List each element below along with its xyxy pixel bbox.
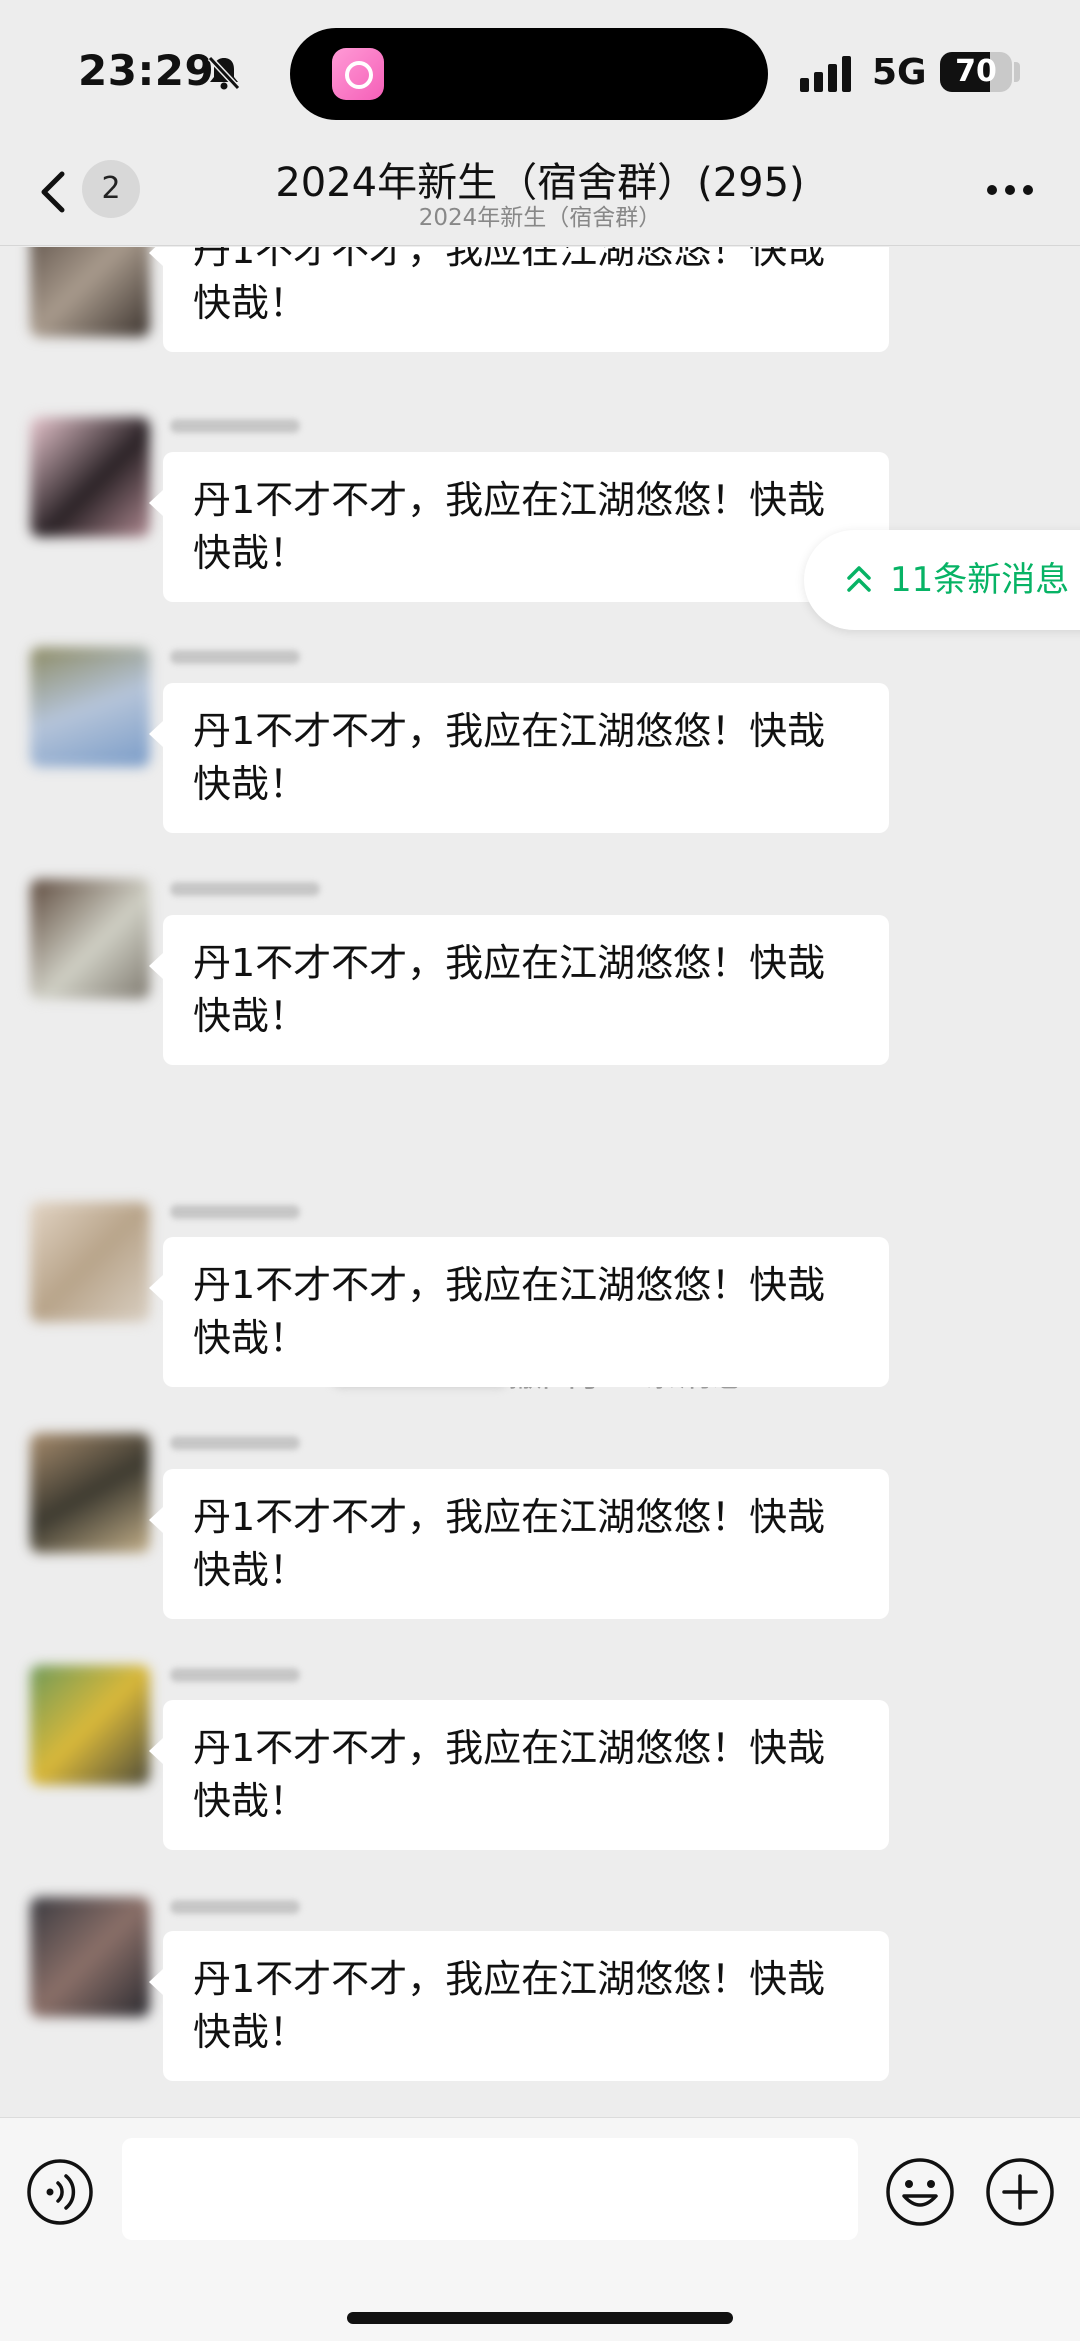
avatar[interactable]	[30, 247, 150, 337]
chevron-left-icon[interactable]	[30, 162, 80, 222]
double-chevron-up-icon	[847, 566, 871, 592]
plus-icon[interactable]	[984, 2156, 1056, 2228]
dynamic-island	[290, 28, 768, 120]
avatar[interactable]	[30, 879, 150, 999]
emoji-icon[interactable]	[884, 2156, 956, 2228]
message-bubble[interactable]: 丹1不才不才，我应在江湖悠悠！快哉快哉！	[149, 1237, 889, 1387]
sender-name	[170, 882, 320, 896]
avatar[interactable]	[30, 1202, 150, 1322]
signal-icon	[800, 56, 851, 92]
message-bubble[interactable]: 丹1不才不才，我应在江湖悠悠！快哉快哉！	[149, 1700, 889, 1850]
sender-name	[170, 419, 300, 433]
sender-name	[170, 1900, 300, 1914]
avatar[interactable]	[30, 1665, 150, 1785]
message-bubble[interactable]: 丹1不才不才，我应在江湖悠悠！快哉快哉！	[149, 1469, 889, 1619]
battery-level: 70	[955, 54, 997, 89]
avatar[interactable]	[30, 417, 150, 537]
new-messages-label: 11条新消息	[890, 560, 1070, 600]
voice-icon[interactable]	[26, 2158, 94, 2226]
status-time: 23:29	[78, 46, 215, 95]
home-indicator	[347, 2312, 733, 2324]
message-list[interactable]: 丹1不才不才，我应在江湖悠悠！快哉快哉！ 丹1不才不才，我应在江湖悠悠！快哉快哉…	[0, 247, 1080, 2117]
battery-nub	[1014, 62, 1020, 82]
chat-subtitle: 2024年新生（宿舍群）	[418, 205, 662, 231]
sender-name	[170, 1436, 300, 1450]
avatar[interactable]	[30, 1433, 150, 1553]
message-bubble[interactable]: 丹1不才不才，我应在江湖悠悠！快哉快哉！	[149, 1931, 889, 2081]
network-type: 5G	[872, 52, 927, 93]
chat-header: 2 2024年新生（宿舍群）(295) 2024年新生（宿舍群）	[0, 140, 1080, 246]
new-messages-button[interactable]: 11条新消息	[804, 530, 1080, 630]
avatar[interactable]	[30, 647, 150, 767]
unread-badge[interactable]: 2	[82, 160, 140, 218]
sender-name	[170, 1205, 300, 1219]
sender-name	[170, 650, 300, 664]
message-bubble[interactable]: 丹1不才不才，我应在江湖悠悠！快哉快哉！	[149, 915, 889, 1065]
sender-name	[170, 1668, 300, 1682]
app-activity-icon	[332, 48, 384, 100]
avatar[interactable]	[30, 1897, 150, 2017]
battery-icon: 70	[940, 52, 1012, 92]
message-bubble[interactable]: 丹1不才不才，我应在江湖悠悠！快哉快哉！	[149, 683, 889, 833]
bell-muted-icon	[207, 55, 241, 91]
message-input[interactable]	[122, 2138, 858, 2240]
message-bubble[interactable]: 丹1不才不才，我应在江湖悠悠！快哉快哉！	[149, 452, 889, 602]
message-bubble[interactable]: 丹1不才不才，我应在江湖悠悠！快哉快哉！	[149, 247, 889, 352]
input-bar	[0, 2117, 1080, 2341]
more-icon[interactable]	[980, 170, 1040, 210]
status-bar: 23:29 5G 70	[0, 0, 1080, 140]
